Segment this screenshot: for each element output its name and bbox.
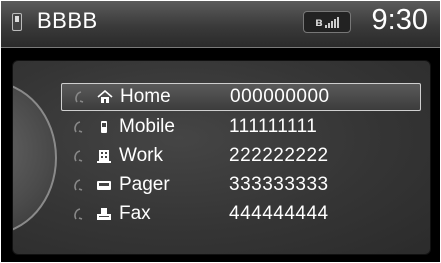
header-bar: BBBB ʙ 9:30 bbox=[1, 1, 440, 48]
connection-status: ʙ bbox=[303, 11, 351, 33]
row-number: 111111111 bbox=[229, 116, 318, 137]
row-number: 333333333 bbox=[229, 174, 329, 195]
number-list: Home 000000000 Mobile 111111111 Work 222… bbox=[61, 83, 421, 229]
row-label: Fax bbox=[119, 203, 151, 224]
handset-icon bbox=[73, 150, 83, 162]
selector-knob-graphic bbox=[13, 81, 57, 235]
home-icon bbox=[96, 90, 114, 104]
row-label: Pager bbox=[119, 174, 170, 195]
handset-icon bbox=[73, 179, 83, 191]
pager-icon bbox=[95, 179, 113, 191]
number-list-panel: Home 000000000 Mobile 111111111 Work 222… bbox=[12, 60, 431, 255]
phone-screen: BBBB ʙ 9:30 Home 000000000 Mobile 111111… bbox=[1, 1, 440, 262]
handset-icon bbox=[74, 91, 84, 103]
number-row-home[interactable]: Home 000000000 bbox=[61, 83, 421, 111]
clock: 9:30 bbox=[371, 4, 428, 36]
phone-icon bbox=[12, 13, 22, 31]
handset-icon bbox=[73, 121, 83, 133]
row-label: Home bbox=[120, 86, 171, 107]
work-icon bbox=[95, 149, 113, 163]
row-number: 000000000 bbox=[230, 86, 330, 107]
number-row-fax[interactable]: Fax 444444444 bbox=[61, 200, 421, 228]
row-number: 444444444 bbox=[229, 203, 329, 224]
number-row-pager[interactable]: Pager 333333333 bbox=[61, 171, 421, 199]
fax-icon bbox=[95, 207, 113, 221]
number-row-work[interactable]: Work 222222222 bbox=[61, 142, 421, 170]
row-label: Mobile bbox=[119, 116, 175, 137]
row-label: Work bbox=[119, 145, 163, 166]
mobile-icon bbox=[95, 120, 113, 134]
bluetooth-icon: ʙ bbox=[315, 15, 323, 29]
number-row-mobile[interactable]: Mobile 111111111 bbox=[61, 113, 421, 141]
row-number: 222222222 bbox=[229, 145, 329, 166]
handset-icon bbox=[73, 208, 83, 220]
signal-strength-icon bbox=[324, 16, 339, 28]
contact-name: BBBB bbox=[37, 8, 98, 33]
